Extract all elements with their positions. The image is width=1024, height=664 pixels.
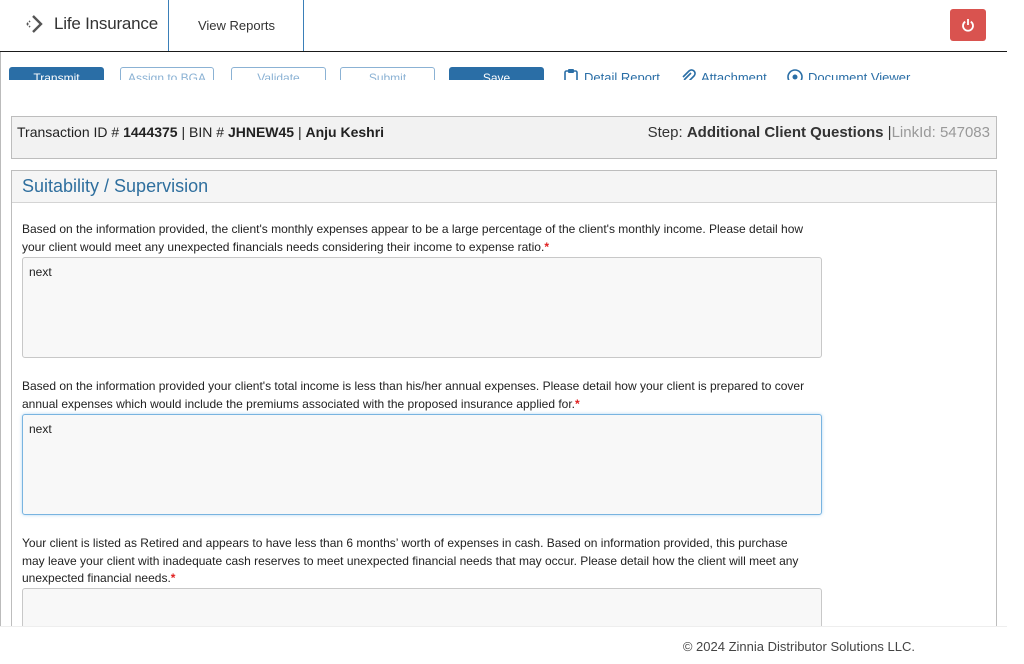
transaction-bar: Transaction ID # 1444375 | BIN # JHNEW45… <box>11 116 997 159</box>
question-text: Your client is listed as Retired and app… <box>22 536 799 585</box>
detail-report-link[interactable]: Detail Report <box>562 68 660 80</box>
separator: | <box>181 124 186 140</box>
top-header: Life Insurance View Reports <box>0 0 1007 52</box>
transaction-info: Transaction ID # 1444375 | BIN # JHNEW45… <box>17 124 384 140</box>
bin-label: BIN # <box>189 124 225 140</box>
suitability-panel: Suitability / Supervision Based on the i… <box>11 170 997 626</box>
chevron-logo-icon <box>26 15 43 33</box>
document-viewer-link[interactable]: Document Viewer <box>786 68 910 80</box>
link-id: LinkId: 547083 <box>891 124 990 141</box>
nav-divider <box>303 0 304 51</box>
main-content: Transaction ID # 1444375 | BIN # JHNEW45… <box>0 80 1007 626</box>
document-viewer-label: Document Viewer <box>808 69 911 81</box>
logout-button[interactable] <box>950 9 986 41</box>
detail-report-label: Detail Report <box>584 69 660 81</box>
app-logo[interactable]: Life Insurance <box>24 10 158 38</box>
copyright-text: © 2024 Zinnia Distributor Solutions LLC. <box>682 639 915 654</box>
transaction-id-label: Transaction ID # <box>17 124 120 140</box>
transaction-id-value: 1444375 <box>123 124 178 140</box>
paperclip-icon <box>682 69 696 80</box>
eye-icon <box>787 69 803 80</box>
validate-button[interactable]: Validate <box>231 67 326 80</box>
question-text: Based on the information provided your c… <box>22 379 805 411</box>
question-text: Based on the information provided, the c… <box>22 222 804 254</box>
question-1: Based on the information provided, the c… <box>22 221 812 256</box>
attachment-label: Attachment <box>701 69 767 81</box>
scrollbar-gutter <box>1007 0 1024 664</box>
step-value: Additional Client Questions <box>686 124 884 141</box>
submit-button[interactable]: Submit <box>340 67 435 80</box>
required-marker: * <box>575 396 580 411</box>
separator: | <box>297 124 302 140</box>
question-3: Your client is listed as Retired and app… <box>22 535 812 588</box>
answer-field-1[interactable]: next <box>22 257 822 358</box>
step-info: Step: Additional Client Questions |LinkI… <box>648 124 990 141</box>
transmit-button[interactable]: Transmit <box>9 67 104 80</box>
client-name: Anju Keshri <box>305 124 385 140</box>
step-label: Step: <box>647 124 683 141</box>
app-name: Life Insurance <box>54 14 158 33</box>
section-title: Suitability / Supervision <box>12 171 996 203</box>
power-icon <box>962 19 974 32</box>
assign-to-bga-button[interactable]: Assign to BGA <box>120 67 214 80</box>
answer-field-3[interactable] <box>22 588 822 626</box>
page-footer: © 2024 Zinnia Distributor Solutions LLC. <box>0 626 1007 664</box>
answer-field-2[interactable]: next <box>22 414 822 515</box>
question-2: Based on the information provided your c… <box>22 378 812 413</box>
bin-value: JHNEW45 <box>227 124 295 140</box>
attachment-link[interactable]: Attachment <box>679 68 767 80</box>
required-marker: * <box>170 571 176 585</box>
save-button[interactable]: Save <box>449 67 544 80</box>
nav-view-reports[interactable]: View Reports <box>169 0 304 51</box>
required-marker: * <box>544 239 549 254</box>
action-toolbar: Transmit Assign to BGA Validate Submit S… <box>0 52 1007 80</box>
clipboard-icon <box>564 69 578 80</box>
